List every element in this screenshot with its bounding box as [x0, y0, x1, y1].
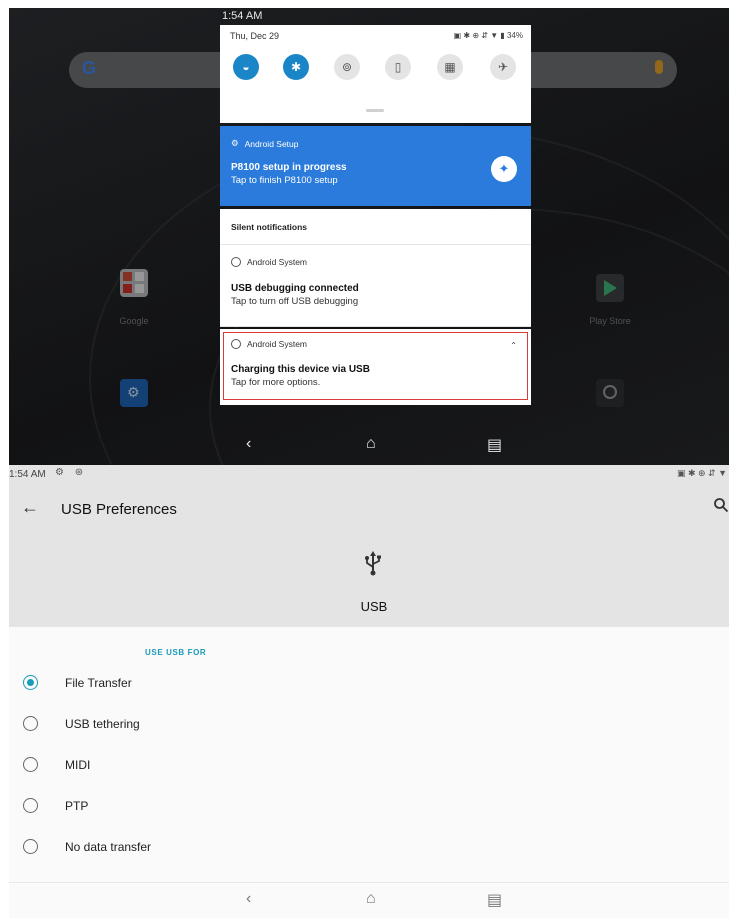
section-header: USE USB FOR	[145, 648, 207, 657]
recents-icon[interactable]: ▤	[487, 435, 502, 455]
navigation-bar: ‹ ⌂ ▤	[9, 882, 729, 918]
auto-rotate-icon: ▯	[394, 60, 402, 74]
radio-icon[interactable]	[23, 757, 38, 772]
back-icon[interactable]: ‹	[246, 435, 251, 453]
app-bar: ← USB Preferences	[9, 483, 729, 535]
notification-app-row: Android System	[231, 257, 307, 267]
home-icon[interactable]: ⌂	[366, 435, 376, 453]
magic-wand-icon: ✦	[491, 156, 517, 182]
expand-handle[interactable]	[366, 109, 384, 112]
silent-notifications-label: Silent notifications	[231, 222, 308, 232]
airplane-tile[interactable]: ✈	[490, 54, 516, 80]
search-icon[interactable]	[713, 497, 729, 513]
setup-text: Tap to finish P8100 setup	[231, 175, 338, 186]
setup-notification[interactable]: ⚙ Android Setup P8100 setup in progress …	[220, 126, 531, 206]
airplane-icon: ✈	[497, 60, 509, 74]
clock: 1:54 AM	[222, 10, 263, 22]
home-icon[interactable]: ⌂	[366, 890, 376, 908]
radio-icon[interactable]	[23, 839, 38, 854]
back-arrow-icon[interactable]: ←	[21, 497, 39, 518]
status-bar: 1:54 AM ⚙ ⊛ ▣ ✱ ⊕ ⇵ ▼	[9, 465, 729, 483]
location-tile[interactable]: ⊚	[334, 54, 360, 80]
status-icons: ▣ ✱ ⊕ ⇵ ▼ ▮ 34%	[453, 31, 523, 40]
collapse-chevron-icon[interactable]: ⌃	[510, 341, 517, 350]
rotate-tile[interactable]: ▯	[385, 54, 411, 80]
option-file-transfer[interactable]: File Transfer	[9, 663, 729, 703]
usb-header: USB	[9, 535, 729, 627]
option-label: MIDI	[65, 758, 91, 772]
option-label: File Transfer	[65, 676, 132, 690]
bluetooth-tile[interactable]: ✱	[283, 54, 309, 80]
setup-app-name: Android Setup	[244, 138, 299, 149]
radio-icon[interactable]	[23, 716, 38, 731]
notification-app-name: Android System	[247, 339, 307, 349]
option-usb-tethering[interactable]: USB tethering	[9, 704, 729, 744]
quick-settings: Thu, Dec 29 ▣ ✱ ⊕ ⇵ ▼ ▮ 34% ◒ ✱ ⊚ ▯ ▦ ✈	[220, 25, 531, 123]
setup-title: P8100 setup in progress	[231, 162, 347, 173]
notification-title: Charging this device via USB	[231, 364, 370, 375]
silent-notifications-header: Silent notifications	[220, 209, 531, 245]
navigation-bar: ‹ ⌂ ▤	[9, 425, 729, 465]
android-system-icon	[231, 257, 241, 267]
option-label: PTP	[65, 799, 89, 813]
option-ptp[interactable]: PTP	[9, 786, 729, 826]
location-icon: ⊚	[341, 60, 353, 74]
usb-debugging-notification[interactable]: Android System USB debugging connected T…	[220, 245, 531, 327]
usb-icon	[365, 551, 381, 576]
battery-percent: 34%	[506, 31, 523, 40]
keyboard-icon: ▦	[444, 60, 456, 74]
notification-app-name: Android System	[247, 257, 307, 267]
notification-panel: Thu, Dec 29 ▣ ✱ ⊕ ⇵ ▼ ▮ 34% ◒ ✱ ⊚ ▯ ▦ ✈ …	[220, 25, 531, 405]
status-bar: 1:54 AM	[9, 8, 729, 25]
setup-app-row: ⚙ Android Setup	[231, 138, 299, 149]
radio-selected-icon[interactable]	[23, 675, 38, 690]
gear-icon: ⚙	[231, 138, 239, 148]
notification-text: Tap for more options.	[231, 377, 321, 388]
android-system-icon	[231, 339, 241, 349]
radio-icon[interactable]	[23, 798, 38, 813]
bluetooth-icon: ✱	[290, 60, 302, 74]
notification-shade-screen: G Google Play Store ⚙ 1:54 AM Thu, Dec 2…	[9, 8, 729, 465]
recents-icon[interactable]: ▤	[487, 890, 502, 910]
page-title: USB Preferences	[61, 501, 177, 518]
date-label: Thu, Dec 29	[230, 31, 280, 41]
clock: 1:54 AM	[9, 469, 46, 480]
keyboard-tile[interactable]: ▦	[437, 54, 463, 80]
usb-label: USB	[360, 599, 388, 614]
charging-notification[interactable]: Android System ⌃ Charging this device vi…	[220, 329, 531, 405]
notification-title: USB debugging connected	[231, 283, 359, 294]
option-no-data-transfer[interactable]: No data transfer	[9, 827, 729, 867]
notification-app-row: Android System	[231, 339, 307, 349]
option-label: USB tethering	[65, 717, 140, 731]
back-icon[interactable]: ‹	[246, 890, 251, 908]
system-status-icons: ▣ ✱ ⊕ ⇵ ▼	[676, 468, 727, 478]
option-label: No data transfer	[65, 840, 152, 854]
notification-text: Tap to turn off USB debugging	[231, 296, 359, 307]
wifi-icon: ◒	[242, 60, 250, 74]
notification-status-icons: ⚙ ⊛	[55, 467, 88, 478]
option-midi[interactable]: MIDI	[9, 745, 729, 785]
wifi-tile[interactable]: ◒	[233, 54, 259, 80]
usb-preferences-screen: 1:54 AM ⚙ ⊛ ▣ ✱ ⊕ ⇵ ▼ ← USB Preferences	[9, 465, 729, 918]
